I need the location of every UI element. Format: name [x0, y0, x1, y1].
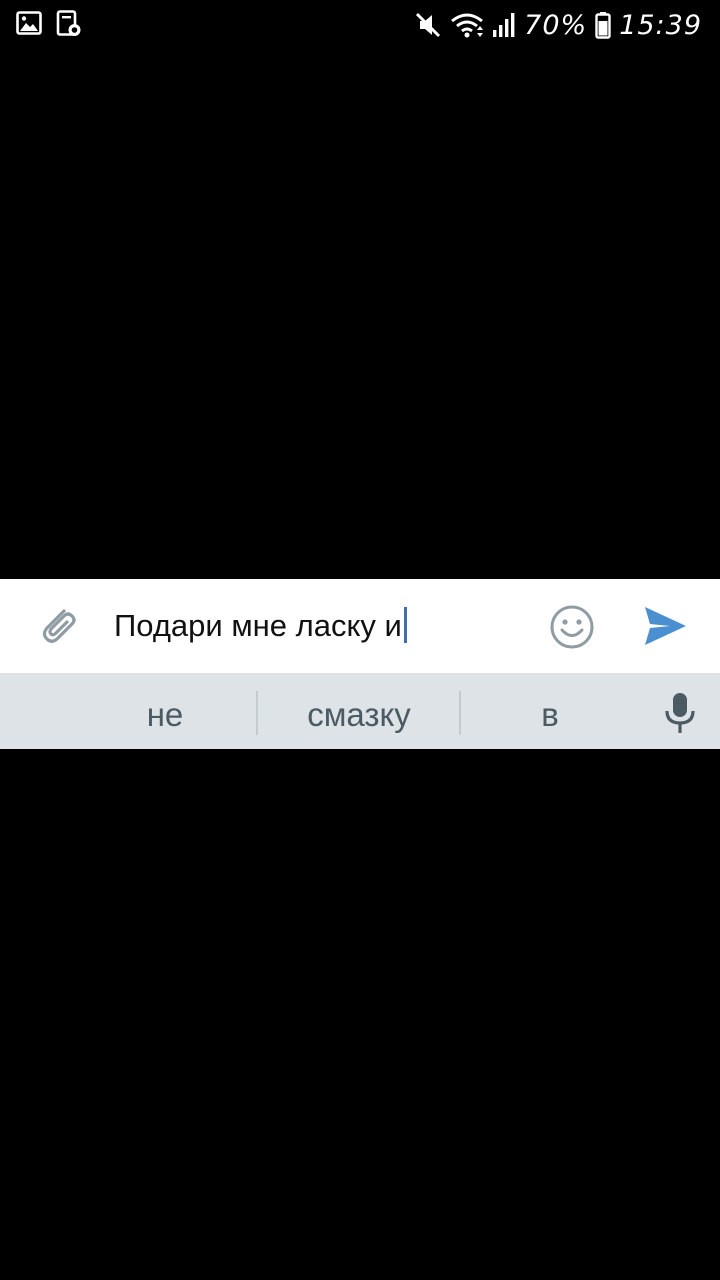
message-input-text: Подари мне ласку и	[114, 608, 402, 643]
clock: 15:39	[619, 9, 702, 41]
status-left-icons	[16, 10, 82, 38]
status-bar: 70% 15:39	[0, 0, 720, 50]
send-icon	[645, 607, 686, 645]
suggestion-divider	[459, 691, 461, 735]
suggestion-item[interactable]: не	[70, 673, 260, 749]
suggestion-item[interactable]: смазку	[258, 673, 460, 749]
screenshot-icon	[56, 10, 82, 38]
status-right-icons: 70% 15:39	[414, 8, 702, 42]
gallery-icon	[16, 10, 42, 38]
signal-icon	[492, 12, 516, 38]
keyboard-suggestions-bar: не смазку в	[0, 673, 720, 749]
battery-icon	[595, 11, 611, 39]
message-input[interactable]: Подари мне ласку и	[114, 603, 524, 649]
send-button[interactable]	[640, 601, 690, 651]
voice-input-button[interactable]	[660, 691, 700, 735]
mute-icon	[414, 11, 442, 39]
emoji-button[interactable]	[548, 603, 596, 651]
paperclip-icon	[42, 609, 76, 643]
wifi-icon	[450, 11, 484, 39]
screen: 70% 15:39 Подари мне ласку и не смазку в	[0, 0, 720, 1280]
attach-button[interactable]	[34, 601, 82, 649]
microphone-icon	[665, 693, 695, 733]
suggestion-item[interactable]: в	[462, 673, 638, 749]
message-composer: Подари мне ласку и	[0, 579, 720, 673]
text-cursor	[403, 607, 407, 643]
smiley-icon	[550, 605, 594, 649]
battery-percent: 70%	[524, 9, 588, 41]
